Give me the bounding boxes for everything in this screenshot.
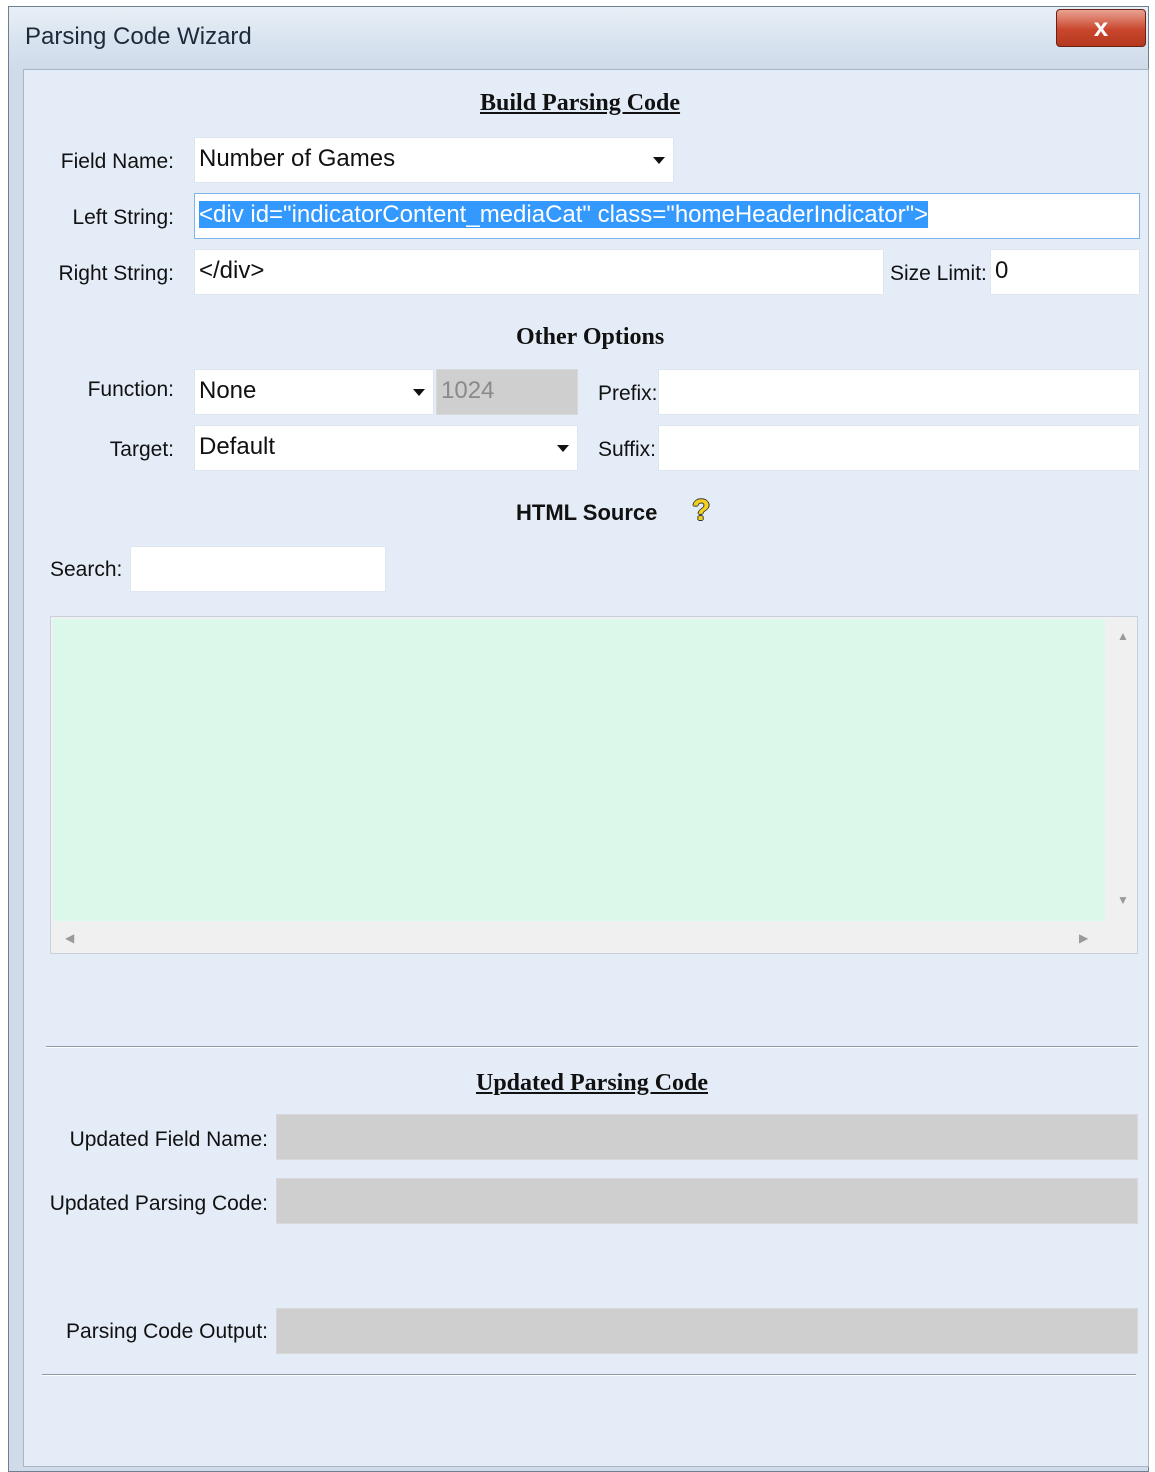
suffix-label: Suffix:	[598, 438, 656, 461]
scroll-left-icon[interactable]: ◀	[65, 931, 74, 945]
chevron-down-icon	[413, 389, 425, 396]
separator-top	[46, 1046, 1138, 1048]
updated-field-name-input	[276, 1114, 1138, 1160]
chevron-down-icon	[557, 445, 569, 452]
options-heading: Other Options	[516, 324, 665, 350]
field-name-dropdown[interactable]: Number of Games	[194, 137, 674, 183]
prefix-label: Prefix:	[598, 382, 658, 405]
field-name-value: Number of Games	[199, 145, 396, 172]
right-string-value: </div>	[199, 257, 265, 284]
parsing-code-output-input	[276, 1308, 1138, 1354]
function-label: Function:	[87, 378, 174, 401]
parsing-code-output-label: Parsing Code Output:	[66, 1320, 268, 1343]
search-input[interactable]	[130, 546, 386, 592]
target-dropdown[interactable]: Default	[194, 425, 578, 471]
updated-parsing-code-label: Updated Parsing Code:	[49, 1192, 268, 1215]
scroll-up-icon[interactable]: ▲	[1117, 629, 1129, 643]
source-heading: HTML Source	[516, 500, 658, 525]
wizard-window: Parsing Code Wizard x Build Parsing Code…	[8, 6, 1149, 1472]
search-label: Search:	[50, 558, 123, 581]
updated-heading: Updated Parsing Code	[476, 1070, 709, 1096]
function-value: None	[199, 377, 257, 404]
title-bar[interactable]: Parsing Code Wizard x	[9, 7, 1148, 69]
left-string-input[interactable]: <div id="indicatorContent_mediaCat" clas…	[194, 193, 1140, 239]
function-dropdown[interactable]: None	[194, 369, 434, 415]
function-param-value: 1024	[441, 377, 495, 404]
size-limit-value: 0	[995, 257, 1009, 284]
left-string-label: Left String:	[72, 206, 174, 229]
function-param-input: 1024	[436, 369, 578, 415]
target-value: Default	[199, 433, 276, 460]
left-string-value: <div id="indicatorContent_mediaCat" clas…	[199, 201, 929, 228]
build-heading: Build Parsing Code	[480, 90, 681, 116]
html-source-text[interactable]	[53, 619, 1105, 921]
client-area: Build Parsing Code Field Name: Number of…	[23, 69, 1149, 1467]
help-icon[interactable]: ?	[692, 494, 710, 528]
size-limit-label: Size Limit:	[890, 262, 987, 285]
html-source-box: ▲ ▼ ◀ ▶	[50, 616, 1138, 954]
scroll-right-icon[interactable]: ▶	[1079, 931, 1088, 945]
window-title: Parsing Code Wizard	[25, 23, 252, 50]
chevron-down-icon	[653, 157, 665, 164]
separator-bottom	[42, 1374, 1136, 1376]
vertical-scrollbar[interactable]: ▲ ▼	[1107, 617, 1137, 923]
suffix-input[interactable]	[658, 425, 1140, 471]
scroll-down-icon[interactable]: ▼	[1117, 893, 1129, 907]
updated-field-name-label: Updated Field Name:	[69, 1128, 268, 1151]
right-string-label: Right String:	[58, 262, 174, 285]
horizontal-scrollbar[interactable]: ◀ ▶	[51, 923, 1107, 953]
right-string-input[interactable]: </div>	[194, 249, 884, 295]
prefix-input[interactable]	[658, 369, 1140, 415]
field-name-label: Field Name:	[60, 150, 174, 173]
updated-parsing-code-input	[276, 1178, 1138, 1224]
size-limit-input[interactable]: 0	[990, 249, 1140, 295]
close-button[interactable]: x	[1056, 9, 1146, 47]
target-label: Target:	[109, 438, 174, 461]
